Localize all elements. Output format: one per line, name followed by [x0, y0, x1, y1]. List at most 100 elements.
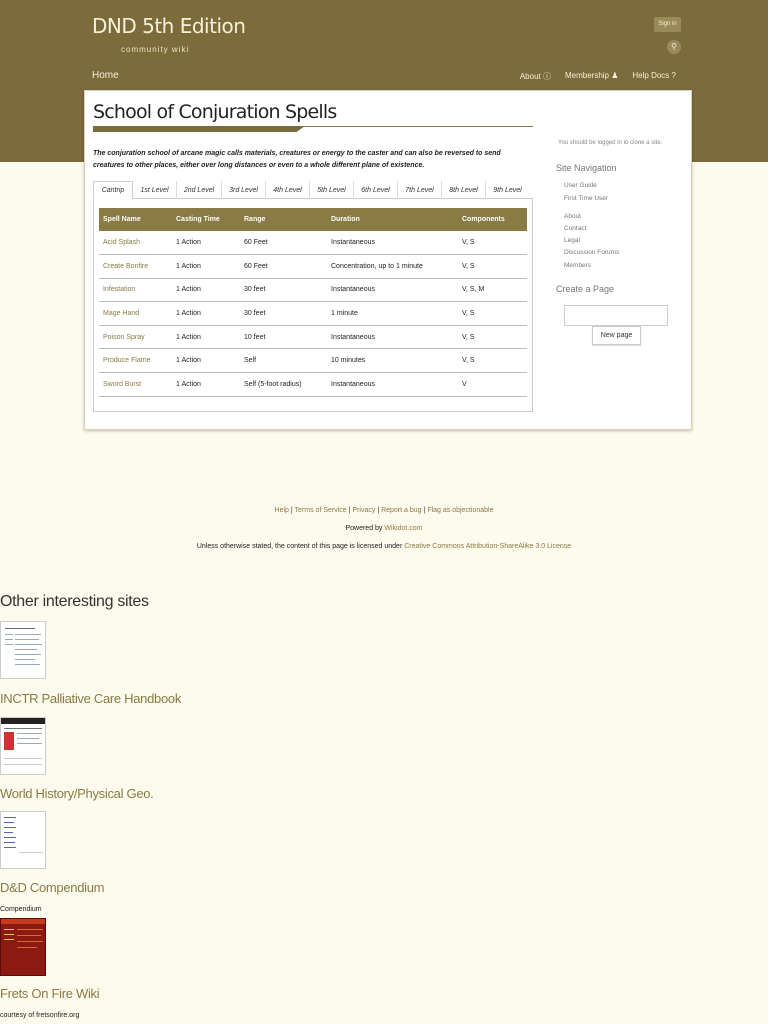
site-title[interactable]: DND 5th Edition [92, 14, 246, 38]
powered-by: Powered by Wikidot.com [0, 525, 768, 532]
cell-range: 60 Feet [240, 254, 327, 279]
site-thumbnail[interactable] [0, 621, 46, 679]
other-site-link[interactable]: INCTR Palliative Care Handbook [0, 691, 181, 706]
col-casting-time: Casting Time [172, 208, 240, 231]
tab-7th-level[interactable]: 7th Level [398, 181, 442, 199]
other-site-link[interactable]: World History/Physical Geo. [0, 786, 154, 801]
nav-home[interactable]: Home [92, 70, 119, 81]
cell-components: V, S [458, 301, 527, 326]
footer-link-help[interactable]: Help [275, 507, 289, 514]
sidebar-link-about[interactable]: About [564, 213, 581, 220]
footer-links: Help | Terms of Service | Privacy | Repo… [0, 507, 768, 514]
nav-about[interactable]: About ⓘ [520, 71, 551, 82]
site-thumbnail[interactable] [0, 811, 46, 869]
nav-help-docs-label: Help Docs [632, 71, 670, 80]
other-site-link[interactable]: D&D Compendium [0, 880, 104, 895]
tab-3rd-level[interactable]: 3rd Level [222, 181, 266, 199]
tab-1st-level[interactable]: 1st Level [133, 181, 177, 199]
license-text: Unless otherwise stated, the content of … [196, 543, 403, 550]
tab-6th-level[interactable]: 6th Level [354, 181, 398, 199]
user-icon: ♟ [611, 71, 619, 80]
sidebar-link-discussion-forums[interactable]: Discussion Forums [564, 249, 619, 256]
cell-casting-time: 1 Action [172, 278, 240, 303]
cell-range: 10 feet [240, 325, 327, 350]
other-site-description: courtesy of fretsonfire.org [0, 1012, 80, 1019]
cell-duration: 1 minute [327, 301, 458, 326]
wikidot-link[interactable]: Wikidot.com [384, 525, 422, 532]
tab-cantrip[interactable]: Cantrip [93, 181, 133, 199]
nav-help-docs[interactable]: Help Docs ? [632, 71, 676, 82]
site-thumbnail[interactable] [0, 918, 46, 976]
nav-about-label: About [519, 72, 541, 81]
spell-table: Spell Name Casting Time Range Duration C… [99, 208, 527, 397]
spell-link[interactable]: Infestation [99, 278, 172, 303]
sidebar-link-legal[interactable]: Legal [564, 237, 580, 244]
spell-link[interactable]: Mage Hand [99, 301, 172, 326]
spell-link[interactable]: Create Bonfire [99, 254, 172, 279]
new-page-name-input[interactable] [564, 305, 668, 326]
level-tabs: Cantrip 1st Level 2nd Level 3rd Level 4t… [93, 181, 533, 199]
separator: | [348, 507, 351, 514]
sidebar-link-members[interactable]: Members [564, 262, 591, 269]
site-navigation-heading: Site Navigation [556, 163, 617, 173]
site-thumbnail[interactable] [0, 717, 46, 775]
nav-membership-label: Membership [564, 71, 609, 80]
table-row: Create Bonfire 1 Action 60 Feet Concentr… [99, 254, 527, 279]
cell-range: Self (5-foot radius) [240, 372, 327, 397]
separator: | [377, 507, 380, 514]
sign-in-button[interactable]: Sign in [654, 17, 681, 32]
cell-components: V, S [458, 348, 527, 374]
cell-components: V, S, M [458, 278, 527, 303]
footer-link-terms[interactable]: Terms of Service [295, 507, 347, 514]
cell-duration: Instantaneous [327, 325, 458, 350]
sidebar-link-user-guide[interactable]: User Guide [564, 182, 597, 189]
separator: | [290, 507, 293, 514]
spell-link[interactable]: Poison Spray [99, 325, 172, 350]
cell-casting-time: 1 Action [172, 301, 240, 326]
sidebar-link-first-time-user[interactable]: First Time User [564, 195, 608, 202]
nav-membership[interactable]: Membership ♟ [565, 71, 618, 82]
tab-5th-level[interactable]: 5th Level [310, 181, 354, 199]
cell-casting-time: 1 Action [172, 348, 240, 374]
col-components: Components [458, 208, 527, 231]
page-title: School of Conjuration Spells [93, 101, 337, 123]
tab-9th-level[interactable]: 9th Level [486, 181, 529, 199]
footer-link-flag[interactable]: Flag as objectionable [427, 507, 493, 514]
question-circle-icon: ? [671, 71, 676, 80]
table-row: Produce Flame 1 Action Self 10 minutes V… [99, 348, 527, 374]
tab-4th-level[interactable]: 4th Level [266, 181, 310, 199]
site-subtitle: community wiki [121, 45, 190, 54]
other-site-description: Compendium [0, 906, 42, 913]
table-row: Mage Hand 1 Action 30 feet 1 minute V, S [99, 301, 527, 326]
cell-components: V, S [458, 325, 527, 350]
tab-2nd-level[interactable]: 2nd Level [177, 181, 222, 199]
other-site-link[interactable]: Frets On Fire Wiki [0, 986, 100, 1001]
cell-range: 60 Feet [240, 231, 327, 256]
col-range: Range [240, 208, 327, 231]
license-link[interactable]: Creative Commons Attribution-ShareAlike … [404, 543, 571, 550]
cell-casting-time: 1 Action [172, 231, 240, 256]
info-circle-icon: ⓘ [542, 72, 551, 81]
spell-link[interactable]: Sword Burst [99, 372, 172, 397]
login-note: You should be logged in to clone a site. [558, 140, 663, 146]
table-row: Acid Splash 1 Action 60 Feet Instantaneo… [99, 231, 527, 256]
cell-components: V, S [458, 231, 527, 256]
col-duration: Duration [327, 208, 458, 231]
spell-link[interactable]: Acid Splash [99, 231, 172, 256]
col-spell-name: Spell Name [99, 208, 172, 231]
cell-range: 30 feet [240, 278, 327, 303]
footer-link-report-bug[interactable]: Report a bug [381, 507, 421, 514]
top-nav: About ⓘ Membership ♟ Help Docs ? [520, 71, 676, 82]
table-header-row: Spell Name Casting Time Range Duration C… [99, 208, 527, 231]
sidebar-link-contact[interactable]: Contact [564, 225, 586, 232]
footer-link-privacy[interactable]: Privacy [352, 507, 375, 514]
search-icon[interactable]: ⚲ [667, 40, 681, 54]
other-sites-heading: Other interesting sites [0, 593, 149, 610]
intro-text: The conjuration school of arcane magic c… [93, 150, 501, 169]
spell-link[interactable]: Produce Flame [99, 348, 172, 374]
cell-duration: Instantaneous [327, 231, 458, 256]
cell-duration: Instantaneous [327, 278, 458, 303]
new-page-button[interactable]: New page [592, 326, 641, 345]
table-row: Poison Spray 1 Action 10 feet Instantane… [99, 325, 527, 350]
tab-8th-level[interactable]: 8th Level [442, 181, 486, 199]
